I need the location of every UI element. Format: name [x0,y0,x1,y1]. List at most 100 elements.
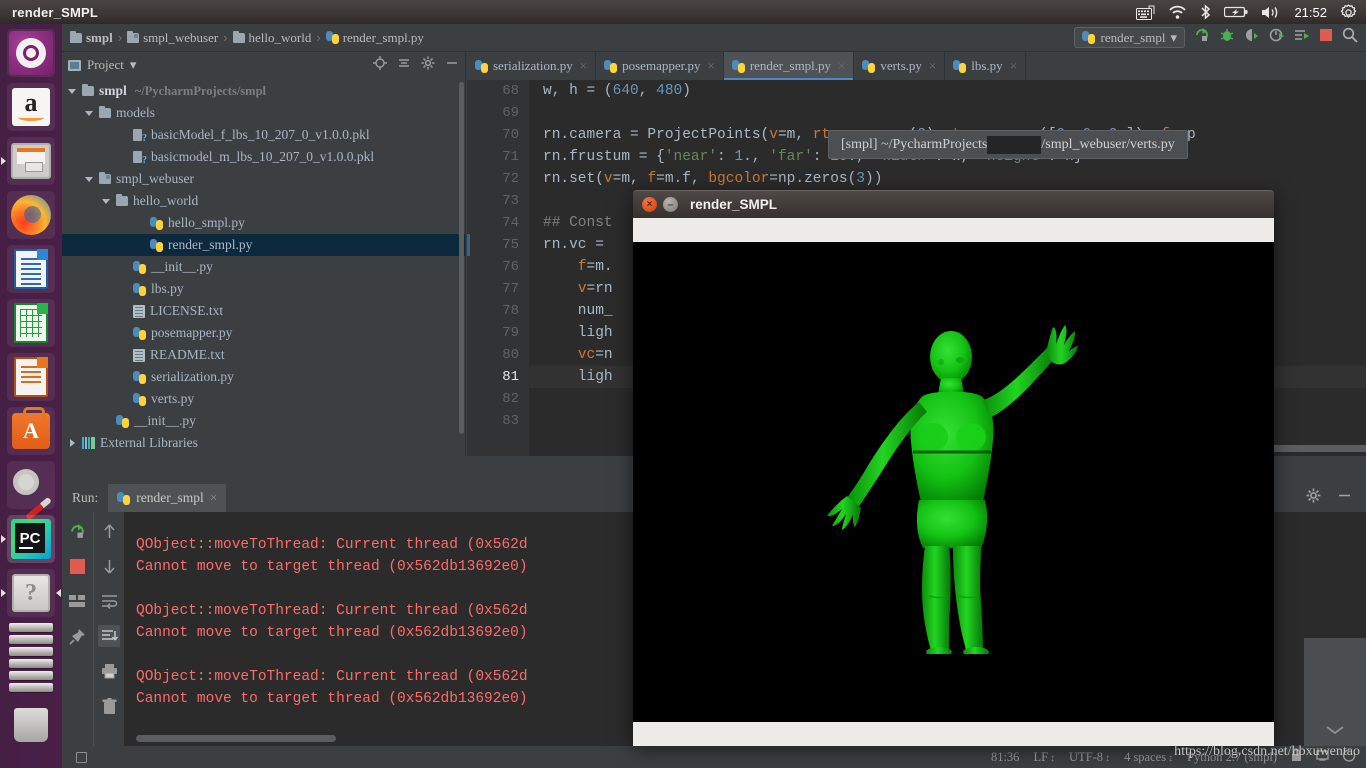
pin-icon[interactable] [67,625,89,647]
close-icon[interactable]: × [210,490,218,506]
tree-item[interactable]: Scratches and Consoles [62,454,465,456]
battery-icon[interactable] [1224,5,1248,19]
code-line[interactable] [529,102,1366,124]
scroll-up-icon[interactable] [98,520,120,542]
search-icon[interactable] [1342,27,1358,48]
tree-item[interactable]: hello_smpl.py [62,212,465,234]
indent-setting[interactable]: 4 spaces [1124,750,1173,765]
gear-icon[interactable] [1340,3,1357,21]
cursor-position[interactable]: 81:36 [991,750,1019,765]
scroll-down-icon[interactable] [98,555,120,577]
debug-icon[interactable] [1219,27,1235,48]
launcher-item-system-settings[interactable] [7,461,55,521]
breadcrumb-item-hello-world[interactable]: hello_world [232,30,311,46]
rerun-icon[interactable] [67,520,89,542]
stop-icon[interactable] [67,555,89,577]
launcher-item-help[interactable]: ? [1,569,61,617]
rerun-icon[interactable] [1194,27,1210,48]
launcher-item-pycharm[interactable]: PC [1,515,55,563]
close-icon[interactable]: × [580,58,587,74]
project-tree-scrollbar[interactable] [459,82,464,434]
render-canvas[interactable] [633,242,1274,722]
editor-tab[interactable]: lbs.py × [945,52,1027,80]
breadcrumb-item-smpl[interactable]: smpl [70,30,113,46]
print-icon[interactable] [98,660,120,682]
tree-item[interactable]: render_smpl.py [62,234,465,256]
hide-icon[interactable] [445,56,459,75]
close-icon[interactable]: × [838,58,845,74]
console-horizontal-scrollbar[interactable] [136,735,336,742]
tree-item[interactable]: README.txt [62,344,465,366]
launcher-item-trash[interactable] [7,701,55,749]
tree-item[interactable]: smpl_webuser [62,168,465,190]
close-icon[interactable]: × [929,58,936,74]
tree-item[interactable]: smpl ~/PycharmProjects/smpl [62,80,465,102]
tree-item[interactable]: lbs.py [62,278,465,300]
settings-icon[interactable] [1306,488,1321,508]
console-collapse-button[interactable] [1304,638,1366,746]
clock[interactable]: 21:52 [1294,5,1327,20]
tree-item[interactable]: __init__.py [62,256,465,278]
chevron-down-icon[interactable] [85,109,94,118]
run-with-console-icon[interactable] [1294,27,1310,48]
tree-item[interactable]: basicmodel_m_lbs_10_207_0_v1.0.0.pkl [62,146,465,168]
tree-item[interactable]: LICENSE.txt [62,300,465,322]
tree-item[interactable]: models [62,102,465,124]
chevron-down-icon[interactable] [85,175,94,184]
stop-icon[interactable] [1319,28,1333,47]
launcher-item-ubuntu-software[interactable]: A [7,407,55,455]
soft-wrap-icon[interactable] [98,590,120,612]
locate-icon[interactable] [373,55,387,75]
project-tree[interactable]: smpl ~/PycharmProjects/smpl models basicMod… [62,78,465,456]
keyboard-icon[interactable] [1136,5,1155,20]
bluetooth-icon[interactable] [1200,4,1211,20]
launcher-item-libreoffice-writer[interactable] [7,245,55,293]
volume-icon[interactable] [1261,5,1281,20]
code-line[interactable]: w, h = (640, 480) [529,80,1366,102]
run-tab-render-smpl[interactable]: render_smpl × [108,484,227,512]
chevron-down-icon[interactable] [102,197,111,206]
chevron-down-icon[interactable] [68,87,77,96]
tree-item[interactable]: serialization.py [62,366,465,388]
render-window-titlebar[interactable]: × – render_SMPL [633,190,1274,218]
editor-tab[interactable]: serialization.py × [467,52,597,80]
launcher-item-libreoffice-impress[interactable] [7,353,55,401]
scroll-to-end-icon[interactable] [98,625,120,647]
profile-icon[interactable] [1269,27,1285,48]
clear-all-icon[interactable] [98,695,120,717]
hide-icon[interactable] [1337,488,1352,508]
tree-item[interactable]: posemapper.py [62,322,465,344]
line-separator[interactable]: LF [1033,750,1055,765]
launcher-item-files[interactable] [1,137,55,185]
launcher-item-ubuntu-dash[interactable] [7,29,55,77]
close-icon[interactable]: × [642,197,657,212]
close-icon[interactable]: × [707,58,714,74]
close-icon[interactable]: × [1010,58,1017,74]
tree-item[interactable]: basicModel_f_lbs_10_207_0_v1.0.0.pkl [62,124,465,146]
settings-icon[interactable] [421,56,435,75]
wifi-icon[interactable] [1168,5,1187,20]
collapse-all-icon[interactable] [397,56,411,75]
file-encoding[interactable]: UTF-8 [1069,750,1110,765]
breadcrumb-item-smpl-webuser[interactable]: smpl_webuser [127,30,218,46]
tree-item[interactable]: hello_world [62,190,465,212]
tree-item[interactable]: verts.py [62,388,465,410]
chevron-down-icon[interactable]: ▾ [130,57,137,73]
editor-tab[interactable]: render_smpl.py × [723,52,855,80]
tree-item[interactable]: External Libraries [62,432,465,454]
coverage-icon[interactable] [1244,27,1260,48]
toggle-toolbar-icon[interactable] [76,751,87,763]
editor-tab[interactable]: posemapper.py × [596,52,724,80]
editor-tab[interactable]: verts.py × [854,52,946,80]
launcher-item-workspace-switcher[interactable] [7,623,55,695]
launcher-item-libreoffice-calc[interactable] [7,299,55,347]
breadcrumb-item-render-smpl[interactable]: render_smpl.py [325,30,424,46]
launcher-item-amazon[interactable]: a [7,83,55,131]
launcher-item-firefox[interactable] [7,191,55,239]
render-smpl-window[interactable]: × – render_SMPL [633,190,1274,746]
tree-item[interactable]: __init__.py [62,410,465,432]
run-configuration-selector[interactable]: render_smpl ▾ [1074,27,1185,48]
layout-icon[interactable] [67,590,89,612]
chevron-right-icon[interactable] [68,438,77,448]
minimize-icon[interactable]: – [663,197,678,212]
